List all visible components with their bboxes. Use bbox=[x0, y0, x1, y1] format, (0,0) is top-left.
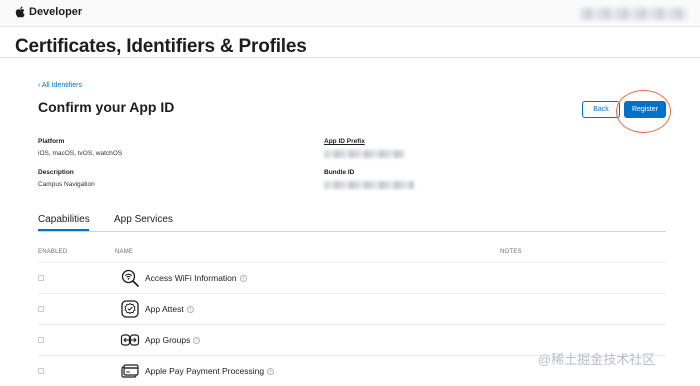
bundle-id-value bbox=[324, 181, 414, 189]
info-icon[interactable]: i bbox=[239, 274, 247, 282]
capability-name: App Groups i bbox=[145, 335, 201, 345]
app-id-prefix-label: App ID Prefix bbox=[324, 138, 365, 145]
all-identifiers-link[interactable]: ‹ All Identifiers bbox=[38, 82, 82, 89]
info-icon[interactable]: i bbox=[186, 305, 194, 313]
section-title: Confirm your App ID bbox=[38, 99, 175, 115]
capability-checkbox[interactable] bbox=[38, 337, 44, 343]
account-area[interactable] bbox=[580, 8, 688, 20]
column-header-name: NAME bbox=[115, 249, 134, 255]
wifi-search-icon bbox=[121, 269, 139, 287]
column-header-notes: NOTES bbox=[500, 249, 522, 255]
app-id-prefix-value bbox=[324, 150, 404, 158]
capability-checkbox[interactable] bbox=[38, 275, 44, 281]
top-bar: Developer bbox=[0, 0, 700, 27]
column-header-enabled: ENABLED bbox=[38, 249, 68, 255]
info-icon[interactable]: i bbox=[267, 367, 275, 375]
platform-label: Platform bbox=[38, 138, 65, 145]
capability-checkbox[interactable] bbox=[38, 306, 44, 312]
bundle-id-label: Bundle ID bbox=[324, 169, 355, 176]
capability-checkbox[interactable] bbox=[38, 368, 44, 374]
tab-capabilities[interactable]: Capabilities bbox=[38, 214, 90, 225]
capability-name: Access WiFi Information i bbox=[145, 273, 247, 283]
apple-logo-icon bbox=[15, 6, 25, 18]
developer-brand[interactable]: Developer bbox=[15, 6, 82, 18]
register-highlight-annotation bbox=[616, 90, 671, 133]
capability-name: App Attest i bbox=[145, 304, 194, 314]
description-value: Campus Navigation bbox=[38, 181, 95, 188]
app-attest-icon bbox=[121, 300, 139, 318]
tab-divider bbox=[38, 231, 666, 232]
app-groups-icon bbox=[120, 334, 140, 346]
watermark: @稀土掘金技术社区 bbox=[538, 352, 656, 367]
info-icon[interactable]: i bbox=[193, 336, 201, 344]
capability-row: Access WiFi Information i bbox=[38, 262, 666, 293]
tab-app-services[interactable]: App Services bbox=[114, 214, 173, 225]
divider bbox=[0, 57, 700, 58]
brand-label: Developer bbox=[29, 6, 83, 18]
platform-value: iOS, macOS, tvOS, watchOS bbox=[38, 150, 123, 157]
capability-name: Apple Pay Payment Processing i bbox=[145, 366, 275, 376]
description-label: Description bbox=[38, 169, 74, 176]
apple-pay-icon bbox=[121, 364, 139, 378]
capability-row: App Attest i bbox=[38, 293, 666, 324]
back-button[interactable]: Back bbox=[582, 101, 620, 118]
page-title: Certificates, Identifiers & Profiles bbox=[15, 36, 307, 57]
